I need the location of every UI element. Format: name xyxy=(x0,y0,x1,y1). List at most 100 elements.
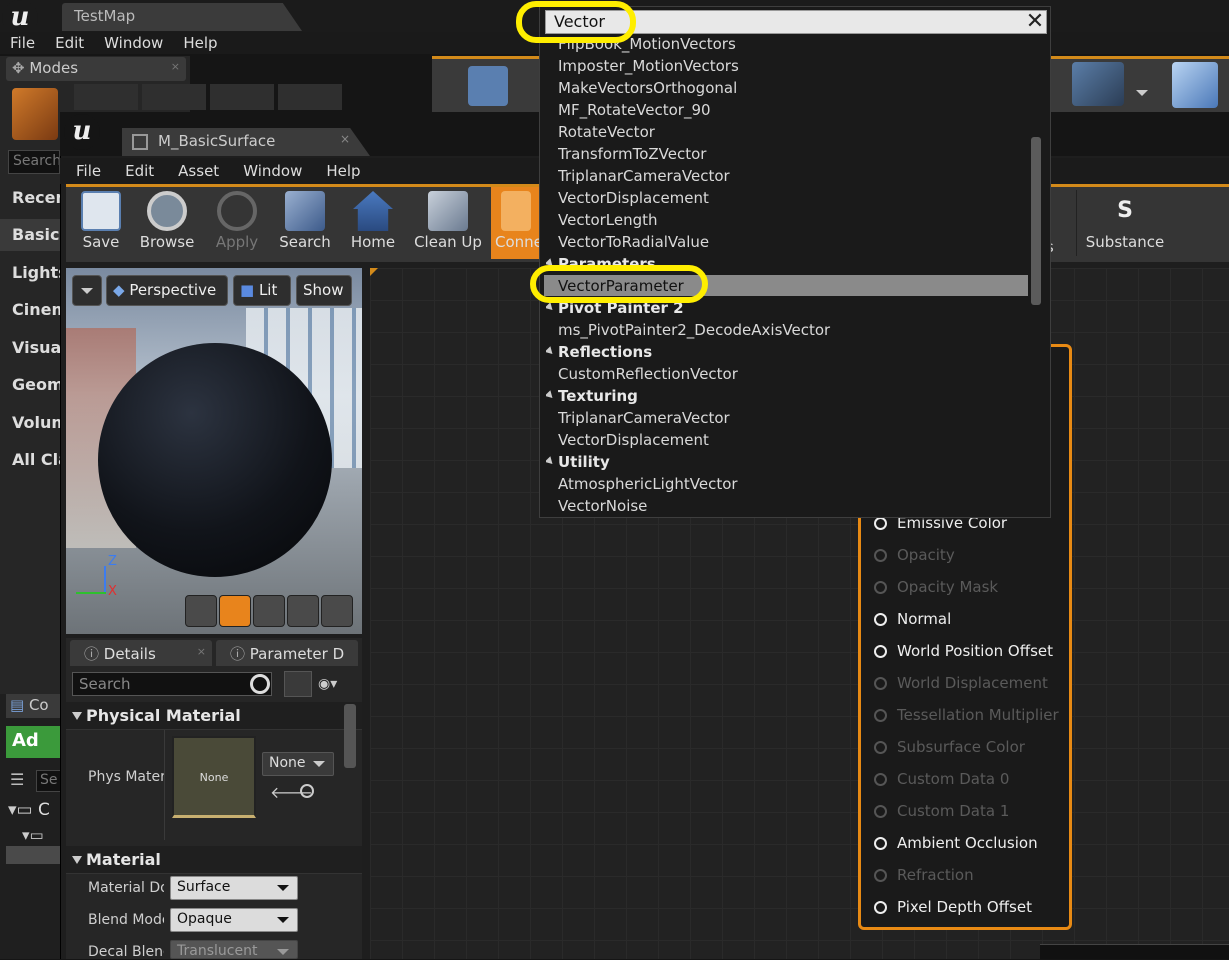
category-visual[interactable]: Visual xyxy=(0,332,62,364)
close-icon[interactable]: × xyxy=(171,60,180,73)
pin-connector-icon[interactable] xyxy=(874,901,887,914)
category-cinematic[interactable]: Cinem xyxy=(0,294,62,326)
popup-item[interactable]: CustomReflectionVector xyxy=(558,363,738,385)
popup-item[interactable]: TriplanarCameraVector xyxy=(558,407,730,429)
tab-testmap[interactable]: TestMap xyxy=(62,3,302,31)
tab-details[interactable]: ⓘ Details × xyxy=(70,640,212,666)
landscape-mode-icon[interactable] xyxy=(142,84,206,110)
cylinder-preview-icon[interactable] xyxy=(185,595,217,627)
menu-edit[interactable]: Edit xyxy=(45,32,94,54)
menu-edit[interactable]: Edit xyxy=(113,158,166,184)
blend-mode-combo[interactable]: Opaque xyxy=(170,908,298,932)
node-pin-row[interactable]: Custom Data 0 xyxy=(874,765,1009,793)
content-search-input[interactable]: Se xyxy=(36,770,62,792)
selected-folder-row[interactable] xyxy=(6,846,62,864)
viewport-options-button[interactable] xyxy=(72,275,102,306)
popup-category[interactable]: Utility xyxy=(546,451,610,473)
pin-connector-icon[interactable] xyxy=(874,517,887,530)
home-button[interactable]: Home xyxy=(340,187,406,259)
save-level-icon[interactable] xyxy=(468,66,508,106)
node-pin-row[interactable]: Opacity Mask xyxy=(874,573,998,601)
popup-item[interactable]: AtmosphericLightVector xyxy=(558,473,738,495)
menu-help[interactable]: Help xyxy=(173,32,227,54)
popup-item[interactable]: RotateVector xyxy=(558,121,655,143)
tab-modes[interactable]: ✥ Modes × xyxy=(6,57,186,81)
node-pin-row[interactable]: Ambient Occlusion xyxy=(874,829,1038,857)
pin-connector-icon[interactable] xyxy=(874,645,887,658)
menu-asset[interactable]: Asset xyxy=(166,158,231,184)
teapot-preview-icon[interactable] xyxy=(321,595,353,627)
pin-connector-icon[interactable] xyxy=(874,741,887,754)
material-section[interactable]: Material xyxy=(66,846,362,874)
chevron-down-icon[interactable] xyxy=(1136,90,1148,96)
tab-parameter-defaults[interactable]: ⓘ Parameter D xyxy=(216,640,358,666)
node-pin-row[interactable]: Pixel Depth Offset xyxy=(874,893,1032,921)
connectors-button[interactable]: Conne xyxy=(491,187,541,259)
menu-window[interactable]: Window xyxy=(231,158,314,184)
popup-item[interactable]: ms_PivotPainter2_DecodeAxisVector xyxy=(558,319,830,341)
clean-up-button[interactable]: Clean Up xyxy=(408,187,488,259)
paint-mode-icon[interactable] xyxy=(74,84,138,110)
foliage-mode-icon[interactable] xyxy=(210,84,274,110)
popup-item[interactable]: MF_RotateVector_90 xyxy=(558,99,711,121)
pin-connector-icon[interactable] xyxy=(874,805,887,818)
node-pin-row[interactable]: Tessellation Multiplier xyxy=(874,701,1059,729)
tab-m-basicsurface[interactable]: M_BasicSurface × xyxy=(122,128,370,156)
popup-item[interactable]: MakeVectorsOrthogonal xyxy=(558,77,737,99)
clear-search-close-icon[interactable]: ✕ xyxy=(1024,10,1046,34)
menu-file[interactable]: File xyxy=(0,32,45,54)
pin-connector-icon[interactable] xyxy=(874,837,887,850)
decal-blend-combo[interactable]: Translucent xyxy=(170,940,298,959)
details-scrollbar[interactable] xyxy=(344,704,356,768)
node-pin-row[interactable]: Opacity xyxy=(874,541,955,569)
pin-connector-icon[interactable] xyxy=(874,613,887,626)
folder-icon[interactable]: ▾▭ xyxy=(22,826,44,844)
show-button[interactable]: Show xyxy=(296,275,352,306)
menu-window[interactable]: Window xyxy=(94,32,173,54)
perspective-button[interactable]: ◆ Perspective xyxy=(106,275,228,306)
category-volumes[interactable]: Volum xyxy=(0,407,62,439)
pin-connector-icon[interactable] xyxy=(874,709,887,722)
category-recent[interactable]: Recen xyxy=(0,182,62,214)
close-icon[interactable]: × xyxy=(340,132,350,146)
pin-connector-icon[interactable] xyxy=(874,773,887,786)
popup-item[interactable]: TransformToZVector xyxy=(558,143,706,165)
category-basic[interactable]: Basic xyxy=(0,219,62,251)
sphere-preview-icon[interactable] xyxy=(219,595,251,627)
grid-view-icon[interactable] xyxy=(284,671,312,697)
modes-search-input[interactable]: Search xyxy=(8,150,60,174)
sources-icon[interactable]: ☰ xyxy=(10,770,30,790)
node-pin-row[interactable]: World Displacement xyxy=(874,669,1048,697)
pin-connector-icon[interactable] xyxy=(874,869,887,882)
pin-connector-icon[interactable] xyxy=(874,549,887,562)
category-geometry[interactable]: Geom xyxy=(0,369,62,401)
category-lights[interactable]: Lights xyxy=(0,257,62,289)
node-pin-row[interactable]: World Position Offset xyxy=(874,637,1053,665)
place-mode-icon[interactable] xyxy=(12,88,58,140)
popup-item[interactable]: TriplanarCameraVector xyxy=(558,165,730,187)
material-domain-combo[interactable]: Surface xyxy=(170,876,298,900)
category-all-classes[interactable]: All Cla xyxy=(0,444,62,476)
cube-preview-icon[interactable] xyxy=(287,595,319,627)
phys-material-combo[interactable]: None xyxy=(262,752,334,776)
close-icon[interactable]: × xyxy=(197,645,206,658)
browse-button[interactable]: Browse xyxy=(134,187,200,259)
apply-button[interactable]: Apply xyxy=(204,187,270,259)
popup-category[interactable]: Texturing xyxy=(546,385,638,407)
menu-file[interactable]: File xyxy=(60,158,113,184)
tab-content-browser[interactable]: ▤ Co xyxy=(6,694,62,718)
popup-item[interactable]: VectorToRadialValue xyxy=(558,231,709,253)
cinematics-icon[interactable] xyxy=(1072,62,1124,106)
lit-button[interactable]: ■ Lit xyxy=(233,275,291,306)
popup-item[interactable]: VectorLength xyxy=(558,209,658,231)
popup-category[interactable]: Reflections xyxy=(546,341,652,363)
popup-item[interactable]: VectorDisplacement xyxy=(558,187,709,209)
browse-magnifier-icon[interactable] xyxy=(300,784,314,798)
save-button[interactable]: Save xyxy=(68,187,134,259)
node-pin-row[interactable]: Refraction xyxy=(874,861,974,889)
phys-material-thumbnail[interactable]: None xyxy=(172,736,256,818)
pin-connector-icon[interactable] xyxy=(874,581,887,594)
node-pin-row[interactable]: Custom Data 1 xyxy=(874,797,1009,825)
geometry-mode-icon[interactable] xyxy=(278,84,342,110)
add-new-button[interactable]: Ad xyxy=(6,726,62,758)
